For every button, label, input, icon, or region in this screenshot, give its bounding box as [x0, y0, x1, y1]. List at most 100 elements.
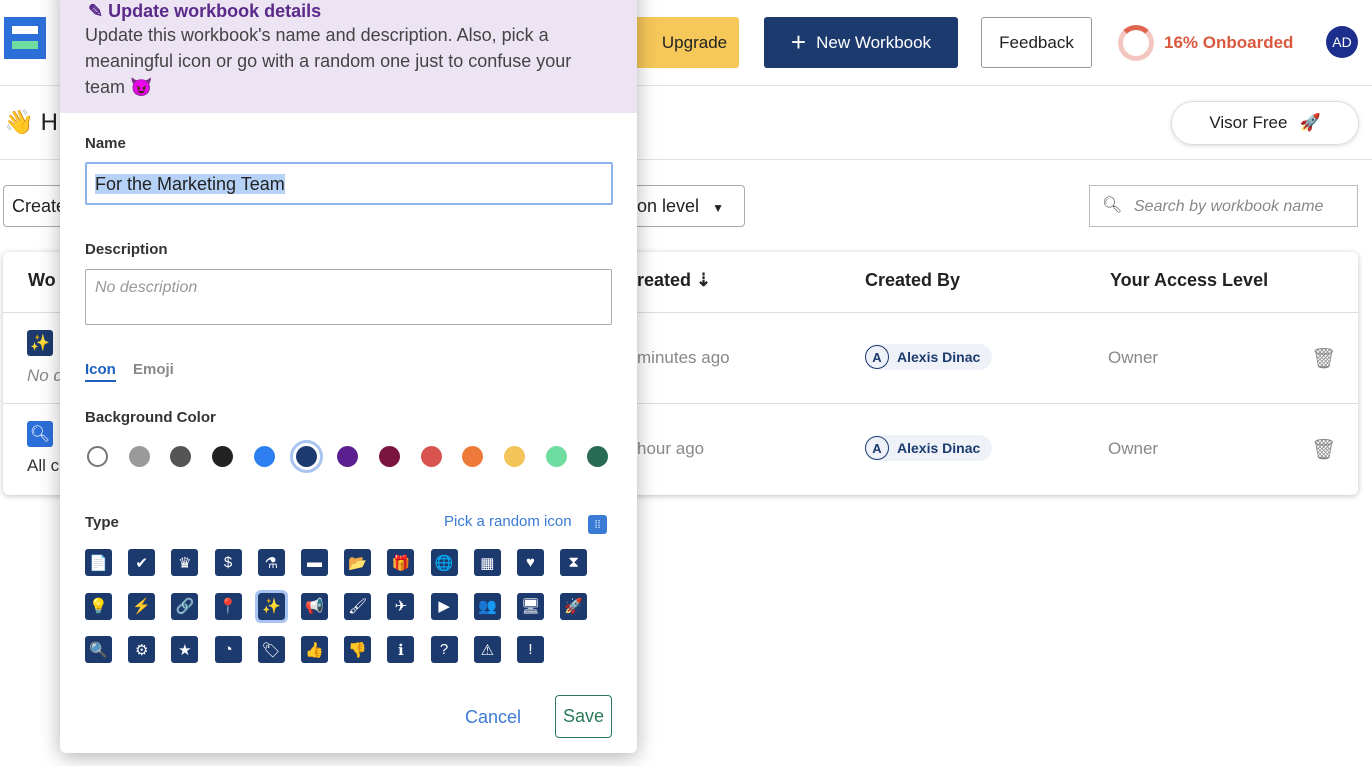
search-input[interactable]: 🔍︎ Search by workbook name — [1089, 185, 1358, 227]
color-swatch[interactable] — [87, 446, 108, 467]
description-label: Description — [85, 241, 168, 258]
color-swatch[interactable] — [128, 446, 150, 467]
type-icon-option[interactable]: 🚀 — [560, 592, 588, 620]
type-icon-option[interactable]: 🎁 — [387, 549, 415, 576]
column-header-workbook[interactable]: Wo — [28, 270, 56, 291]
type-icon-option[interactable]: ? — [430, 636, 458, 663]
row-created: minutes ago — [637, 348, 730, 367]
rocket-icon: 🚀 — [1299, 113, 1321, 132]
type-icon-option[interactable]: 👎 — [344, 636, 372, 663]
type-icon-option[interactable]: 📢 — [301, 592, 328, 620]
row-access: Owner — [1108, 439, 1159, 458]
greeting: 👋 H — [4, 108, 58, 137]
search-icon: 🔍︎ — [1102, 197, 1123, 214]
user-avatar[interactable]: AD — [1326, 26, 1358, 58]
type-icon-option[interactable]: ▶ — [430, 592, 458, 620]
color-swatch[interactable] — [170, 446, 192, 467]
color-swatch[interactable] — [289, 440, 323, 473]
column-header-access[interactable]: Your Access Level — [1110, 270, 1268, 291]
onboarding-progress[interactable]: 16% Onboarded — [1164, 33, 1293, 53]
type-icon-option[interactable]: ▦ — [473, 549, 501, 576]
background-color-label: Background Color — [85, 409, 216, 426]
type-icon-option[interactable]: 🏷 — [257, 636, 285, 663]
tab-emoji[interactable]: Emoji — [133, 361, 174, 378]
type-icon-option[interactable]: $ — [214, 549, 242, 576]
user-initial-icon: A — [865, 436, 889, 460]
modal-description: Update this workbook's name and descript… — [85, 25, 572, 97]
type-icon-option[interactable]: ♛ — [171, 549, 199, 576]
type-icon-option[interactable]: ✈ — [387, 592, 415, 620]
greeting-text: H — [40, 109, 58, 136]
onboarding-progress-ring[interactable] — [1118, 25, 1154, 61]
type-icon-option[interactable]: ♥ — [517, 549, 544, 576]
row-access: Owner — [1108, 348, 1159, 367]
access-level-filter[interactable]: on level ▼ — [620, 185, 745, 227]
type-icon-option[interactable]: 👥 — [473, 592, 501, 620]
type-icon-option[interactable]: ◔ — [214, 636, 242, 663]
type-label: Type — [85, 514, 119, 531]
color-swatch[interactable] — [587, 446, 609, 467]
color-swatch[interactable] — [545, 446, 567, 467]
row-created: hour ago — [637, 439, 705, 458]
column-header-created[interactable]: reated ⇣ — [637, 270, 711, 291]
type-icon-option[interactable]: ✨ — [254, 589, 288, 623]
type-icon-option[interactable]: ⚙ — [128, 636, 156, 663]
description-input[interactable]: No description — [85, 269, 612, 325]
plan-badge[interactable]: Visor Free 🚀 — [1171, 101, 1359, 145]
type-icon-option[interactable]: 👍 — [301, 636, 328, 663]
trash-icon[interactable]: 🗑︎ — [1311, 346, 1336, 371]
type-icon-option[interactable]: 🖌 — [344, 592, 372, 620]
tab-icon[interactable]: Icon — [85, 361, 116, 382]
trash-icon[interactable]: 🗑︎ — [1311, 437, 1336, 462]
color-swatch[interactable] — [337, 446, 359, 467]
modal-title-text: Update workbook details — [108, 1, 322, 21]
type-icon-option[interactable]: 🔗 — [171, 592, 199, 620]
row-description: All c — [27, 456, 60, 475]
new-workbook-label: New Workbook — [816, 32, 932, 52]
type-icon-option[interactable]: ⚠ — [473, 636, 501, 663]
created-by-chip[interactable]: A Alexis Dinac — [865, 344, 993, 370]
modal-header: ✎ Update workbook details Update this wo… — [60, 0, 637, 113]
color-swatch[interactable] — [420, 446, 442, 467]
type-icon-option[interactable]: ▬ — [301, 549, 328, 576]
upgrade-label: Upgrade — [661, 32, 728, 52]
color-swatch[interactable] — [462, 446, 484, 467]
access-filter-label: on level — [637, 196, 700, 216]
type-icon-option[interactable]: ⧗ — [560, 549, 588, 576]
type-icon-option[interactable]: 📄 — [85, 549, 112, 576]
color-swatch[interactable] — [504, 446, 525, 467]
name-value: For the Marketing Team — [95, 174, 285, 194]
plus-icon: + — [790, 27, 807, 57]
type-icon-option[interactable]: ★ — [171, 636, 199, 663]
created-by-chip[interactable]: A Alexis Dinac — [865, 435, 993, 461]
upgrade-button[interactable]: Upgrade — [620, 17, 739, 68]
cancel-button[interactable]: Cancel — [465, 707, 521, 728]
color-swatch[interactable] — [212, 446, 234, 467]
random-icon-link[interactable]: Pick a random icon — [444, 513, 572, 530]
type-icon-option[interactable]: 📍 — [214, 592, 242, 620]
type-icon-option[interactable]: ⚗ — [257, 549, 285, 576]
new-workbook-button[interactable]: + New Workbook — [764, 17, 958, 68]
feedback-button[interactable]: Feedback — [981, 17, 1092, 68]
color-swatch[interactable] — [378, 446, 400, 467]
type-icon-option[interactable]: 🔍 — [85, 636, 112, 663]
type-icon-option[interactable]: ✔ — [128, 549, 156, 576]
type-icon-option[interactable]: 📂 — [344, 549, 372, 576]
name-input[interactable]: For the Marketing Team — [85, 162, 613, 205]
created-by-name: Alexis Dinac — [897, 349, 981, 365]
row-description: No d — [27, 366, 63, 385]
created-label: reated — [637, 270, 692, 290]
dice-icon[interactable]: ⁞⁞ — [588, 515, 607, 534]
pencil-icon: ✎ — [88, 1, 104, 21]
type-icon-option[interactable]: 💡 — [85, 592, 112, 620]
type-icon-option[interactable]: ℹ — [387, 636, 415, 663]
type-icon-option[interactable]: 🖥 — [517, 592, 544, 620]
type-icon-option[interactable]: 🌐 — [430, 549, 458, 576]
column-header-created-by[interactable]: Created By — [865, 270, 960, 291]
type-icon-option[interactable]: ⚡ — [128, 592, 156, 620]
save-button[interactable]: Save — [555, 695, 612, 738]
type-icon-option[interactable]: ! — [517, 636, 544, 663]
app-logo[interactable] — [4, 17, 46, 59]
color-swatch[interactable] — [253, 446, 275, 467]
sort-icon: ⇣ — [696, 270, 712, 290]
